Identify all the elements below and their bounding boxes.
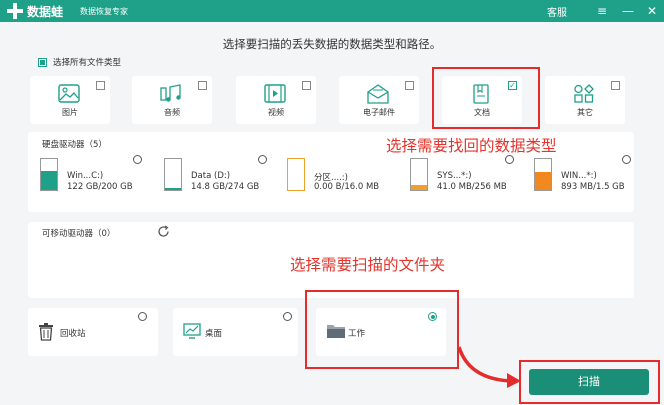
drive-icon: [40, 158, 58, 191]
annotation-box-folder: [305, 290, 459, 369]
app-tagline: 数据恢复专家: [80, 7, 128, 16]
refresh-icon[interactable]: [157, 225, 170, 238]
drive-radio[interactable]: [133, 155, 142, 164]
music-icon: [160, 84, 181, 102]
folder-recycle-bin[interactable]: 回收站: [28, 308, 158, 356]
annotation-choose-folder: 选择需要扫描的文件夹: [290, 256, 446, 274]
menu-button[interactable]: ≡: [592, 1, 612, 21]
image-checkbox[interactable]: [96, 81, 105, 90]
drive-size: 893 MB/1.5 GB: [561, 182, 625, 192]
audio-checkbox[interactable]: [198, 81, 207, 90]
file-type-label: 电子邮件: [363, 108, 395, 117]
select-all-checkbox[interactable]: 选择所有文件类型: [38, 56, 121, 68]
file-type-audio[interactable]: 音频: [132, 76, 212, 124]
customer-service-link[interactable]: 客服: [547, 4, 567, 19]
drive-size: 0.00 B/16.0 MB: [314, 182, 380, 192]
file-type-label: 视频: [268, 108, 284, 117]
drive-size: 41.0 MB/256 MB: [437, 182, 507, 192]
hard-drive-title: 硬盘驱动器（5）: [42, 140, 107, 150]
recycle-bin-icon: [39, 323, 53, 341]
drive-name: Data (D:): [191, 171, 231, 181]
file-type-image[interactable]: 图片: [30, 76, 110, 124]
minimize-button[interactable]: —: [618, 1, 638, 21]
drive-icon: [410, 158, 428, 191]
other-icon: [574, 84, 594, 103]
drive-usage-fill: [165, 188, 181, 190]
logo-icon: [7, 3, 23, 19]
video-checkbox[interactable]: [302, 81, 311, 90]
mail-icon: [367, 84, 389, 104]
drive-name: WIN...*:): [561, 171, 597, 181]
drive-size: 14.8 GB/274 GB: [191, 182, 260, 192]
folder-radio[interactable]: [283, 312, 292, 321]
image-icon: [58, 84, 80, 103]
drive-radio[interactable]: [505, 155, 514, 164]
folder-radio[interactable]: [138, 312, 147, 321]
drive-name: Win...C:): [67, 171, 104, 181]
select-all-label: 选择所有文件类型: [53, 58, 122, 68]
removable-drive-title: 可移动驱动器（0）: [42, 229, 116, 239]
drive-icon: [534, 158, 552, 191]
video-icon: [264, 84, 286, 103]
drive-usage-fill: [41, 171, 57, 190]
file-type-label: 音频: [164, 108, 180, 117]
file-type-label: 图片: [62, 108, 78, 117]
page-title: 选择要扫描的丢失数据的数据类型和路径。: [222, 37, 442, 51]
folder-label: 回收站: [60, 329, 86, 339]
email-checkbox[interactable]: [405, 81, 414, 90]
file-type-other[interactable]: 其它: [545, 76, 625, 124]
annotation-arrow-icon: [457, 346, 521, 388]
scan-button[interactable]: 扫描: [529, 369, 649, 395]
app-name: 数据蛙: [27, 5, 64, 19]
desktop-icon: [183, 323, 201, 339]
file-type-email[interactable]: 电子邮件: [339, 76, 419, 124]
annotation-choose-type: 选择需要找回的数据类型: [386, 137, 557, 155]
folder-label: 桌面: [205, 329, 223, 339]
drive-icon: [164, 158, 182, 191]
file-type-label: 其它: [577, 108, 593, 117]
drive-radio[interactable]: [622, 155, 631, 164]
drive-icon: [287, 158, 305, 191]
drive-radio[interactable]: [258, 155, 267, 164]
other-checkbox[interactable]: [611, 81, 620, 90]
select-all-check-icon: [38, 57, 47, 67]
drive-usage-fill: [535, 172, 551, 190]
file-type-video[interactable]: 视频: [236, 76, 316, 124]
folder-desktop[interactable]: 桌面: [173, 308, 298, 356]
drive-size: 122 GB/200 GB: [67, 182, 133, 192]
title-bar: 数据蛙 数据恢复专家 客服 ≡ — ✕: [0, 0, 664, 22]
drive-name: SYS...*:): [437, 171, 472, 181]
drive-usage-fill: [411, 185, 427, 190]
close-button[interactable]: ✕: [642, 1, 662, 21]
annotation-box-document: [432, 67, 540, 129]
